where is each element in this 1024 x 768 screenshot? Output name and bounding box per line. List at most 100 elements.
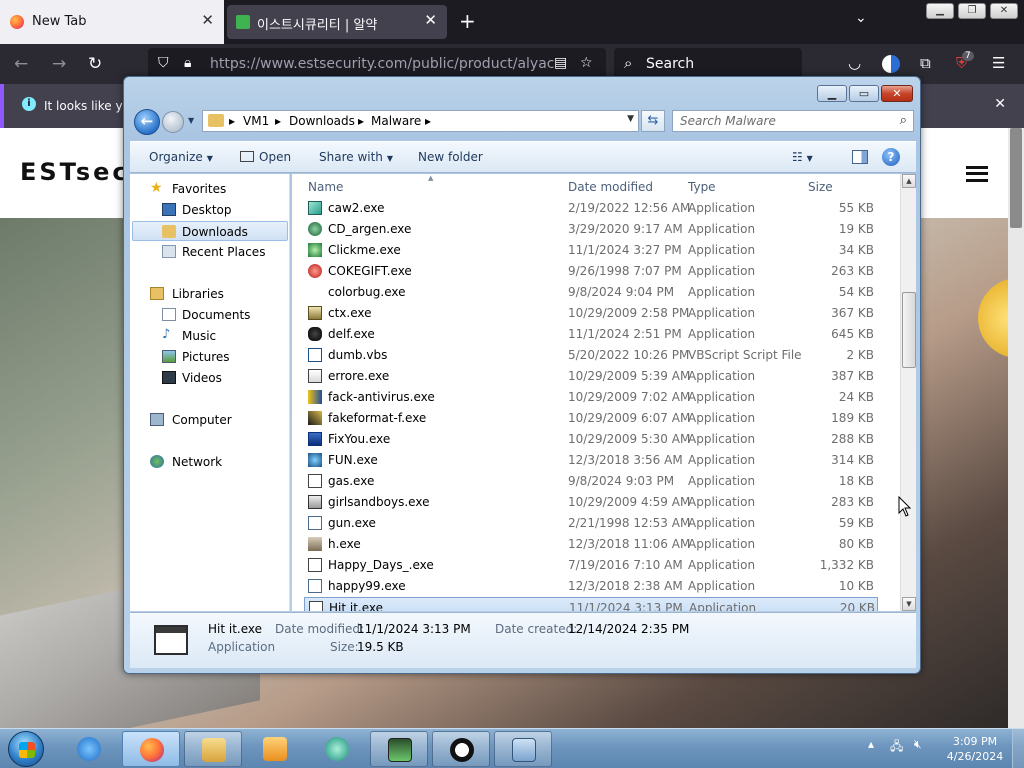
explorer-close-button[interactable]: ✕	[881, 85, 913, 102]
breadcrumb-vm1[interactable]: VM1	[243, 114, 269, 128]
file-row[interactable]: FUN.exe 12/3/2018 3:56 AM Application 314 K…	[304, 450, 878, 471]
site-logo[interactable]: ESTsec	[20, 158, 130, 186]
recent-pages-dropdown-icon[interactable]: ▼	[188, 116, 194, 125]
preview-pane-icon[interactable]	[852, 150, 868, 164]
column-header-size[interactable]: Size	[808, 180, 833, 194]
column-header-date-modified[interactable]: Date modified	[568, 180, 653, 194]
volume-muted-icon[interactable]: 🔇︎	[914, 737, 922, 752]
breadcrumb-downloads[interactable]: Downloads	[289, 114, 355, 128]
file-row[interactable]: FixYou.exe 10/29/2009 5:30 AM Application 2…	[304, 429, 878, 450]
organize-button[interactable]: Organize ▼	[149, 150, 213, 164]
tab-alyac[interactable]: 이스트시큐리티 | 알약 ✕	[227, 5, 447, 39]
forward-icon[interactable]: →	[52, 54, 66, 74]
tab-new-tab[interactable]: New Tab ✕	[0, 0, 224, 44]
address-bar[interactable]: ▸ VM1 ▸ Downloads ▸ Malware ▸ ▼	[202, 110, 639, 132]
taskbar-soccer-app[interactable]	[432, 731, 490, 767]
file-list-scrollbar-thumb[interactable]	[902, 292, 916, 368]
dark-mode-icon[interactable]	[882, 55, 900, 73]
file-row[interactable]: dumb.vbs 5/20/2022 10:26 PM VBScript Scrip…	[304, 345, 878, 366]
new-folder-button[interactable]: New folder	[418, 150, 483, 164]
nav-pictures[interactable]: Pictures	[132, 347, 288, 367]
file-row[interactable]: Clickme.exe 11/1/2024 3:27 PM Application 3…	[304, 240, 878, 261]
new-tab-button[interactable]: +	[459, 9, 476, 33]
lock-icon[interactable]: 🔒︎	[184, 55, 191, 71]
nav-desktop[interactable]: Desktop	[132, 200, 288, 220]
file-row[interactable]: fack-antivirus.exe 10/29/2009 7:02 AM Appl…	[304, 387, 878, 408]
page-scrollbar[interactable]	[1008, 128, 1024, 728]
file-row[interactable]: gun.exe 2/21/1998 12:53 AM Application 59 K…	[304, 513, 878, 534]
nav-computer[interactable]: Computer	[132, 410, 288, 430]
explorer-forward-button[interactable]	[162, 111, 184, 133]
file-row[interactable]: caw2.exe 2/19/2022 12:56 AM Application 55 …	[304, 198, 878, 219]
nav-documents[interactable]: Documents	[132, 305, 288, 325]
refresh-button[interactable]: ⇆	[641, 110, 665, 132]
tray-overflow-icon[interactable]: ▴	[868, 737, 874, 751]
taskbar-explorer[interactable]	[184, 731, 242, 767]
nav-music[interactable]: ♪ Music	[132, 326, 288, 346]
list-all-tabs-icon[interactable]: ⌄	[855, 10, 867, 26]
nav-favorites[interactable]: ★ Favorites	[132, 179, 288, 199]
close-notification-icon[interactable]: ✕	[994, 96, 1006, 112]
nav-downloads[interactable]: Downloads	[132, 221, 288, 241]
breadcrumb-malware[interactable]: Malware	[371, 114, 421, 128]
file-row[interactable]: errore.exe 10/29/2009 5:39 AM Application 3…	[304, 366, 878, 387]
nav-videos[interactable]: Videos	[132, 368, 288, 388]
close-window-button[interactable]: ✕	[990, 3, 1018, 19]
minimize-button[interactable]: ▁	[926, 3, 954, 19]
change-view-button[interactable]: ☷ ▼	[792, 150, 813, 164]
file-row[interactable]: colorbug.exe 9/8/2024 9:04 PM Application 5…	[304, 282, 878, 303]
share-with-button[interactable]: Share with ▼	[319, 150, 393, 164]
taskbar-app-teal[interactable]	[308, 731, 366, 767]
column-header-type[interactable]: Type	[688, 180, 716, 194]
page-scrollbar-thumb[interactable]	[1010, 128, 1022, 228]
clock[interactable]: 3:09 PM 4/26/2024	[940, 734, 1010, 764]
close-tab-icon[interactable]: ✕	[424, 11, 437, 29]
extensions-icon[interactable]: ⧉	[920, 54, 931, 72]
explorer-back-button[interactable]: ←	[134, 109, 160, 135]
taskbar-media-player[interactable]	[246, 731, 304, 767]
url-text[interactable]: https://www.estsecurity.com/public/produ…	[210, 56, 555, 72]
close-tab-icon[interactable]: ✕	[201, 11, 214, 29]
file-row[interactable]: girlsandboys.exe 10/29/2009 4:59 AM Applic…	[304, 492, 878, 513]
file-row[interactable]: Happy_Days_.exe 7/19/2016 7:10 AM Applicat…	[304, 555, 878, 576]
breadcrumb-separator-icon[interactable]: ▸	[275, 114, 281, 128]
file-row[interactable]: gas.exe 9/8/2024 9:03 PM Application 18 KB	[304, 471, 878, 492]
file-row[interactable]: delf.exe 11/1/2024 2:51 PM Application 645 …	[304, 324, 878, 345]
back-icon[interactable]: ←	[14, 54, 28, 74]
address-dropdown-icon[interactable]: ▼	[627, 114, 634, 124]
file-row[interactable]: happy99.exe 12/3/2018 2:38 AM Application 1…	[304, 576, 878, 597]
file-row[interactable]: CD_argen.exe 3/29/2020 9:17 AM Application…	[304, 219, 878, 240]
bookmark-star-icon[interactable]: ☆	[580, 55, 593, 71]
nav-network[interactable]: Network	[132, 452, 288, 472]
breadcrumb-separator-icon[interactable]: ▸	[358, 114, 364, 128]
pocket-icon[interactable]: ◡	[848, 54, 861, 72]
open-button[interactable]: Open	[240, 150, 291, 164]
reload-icon[interactable]: ↻	[88, 54, 102, 74]
menu-icon[interactable]: ☰	[992, 54, 1005, 72]
column-header-name[interactable]: Name	[308, 180, 343, 194]
file-row[interactable]: h.exe 12/3/2018 11:06 AM Application 80 KB	[304, 534, 878, 555]
restore-button[interactable]: ❐	[958, 3, 986, 19]
taskbar-window-app[interactable]	[494, 731, 552, 767]
file-row[interactable]: ctx.exe 10/29/2009 2:58 PM Application 367 …	[304, 303, 878, 324]
breadcrumb-separator-icon[interactable]: ▸	[229, 114, 235, 128]
file-row[interactable]: COKEGIFT.exe 9/26/1998 7:07 PM Application…	[304, 261, 878, 282]
search-icon[interactable]: ⌕	[900, 113, 907, 128]
taskbar-task-manager[interactable]	[370, 731, 428, 767]
taskbar-internet-explorer[interactable]	[60, 731, 118, 767]
file-row[interactable]: fakeformat-f.exe 10/29/2009 6:07 AM Applic…	[304, 408, 878, 429]
start-button[interactable]	[8, 731, 44, 767]
scroll-up-icon[interactable]: ▲	[902, 174, 916, 188]
explorer-maximize-button[interactable]: ▭	[849, 85, 879, 102]
search-malware-input[interactable]: Search Malware ⌕	[672, 110, 914, 132]
file-list-scrollbar[interactable]: ▲ ▼	[900, 174, 916, 611]
reader-view-icon[interactable]: ▤	[554, 55, 567, 71]
scroll-down-icon[interactable]: ▼	[902, 597, 916, 611]
explorer-minimize-button[interactable]: ▁	[817, 85, 847, 102]
help-icon[interactable]: ?	[882, 148, 900, 166]
nav-libraries[interactable]: Libraries	[132, 284, 288, 304]
breadcrumb-separator-icon[interactable]: ▸	[425, 114, 431, 128]
network-tray-icon[interactable]: 🖧	[890, 737, 903, 758]
site-menu-icon[interactable]	[966, 166, 988, 182]
nav-recent-places[interactable]: Recent Places	[132, 242, 288, 262]
